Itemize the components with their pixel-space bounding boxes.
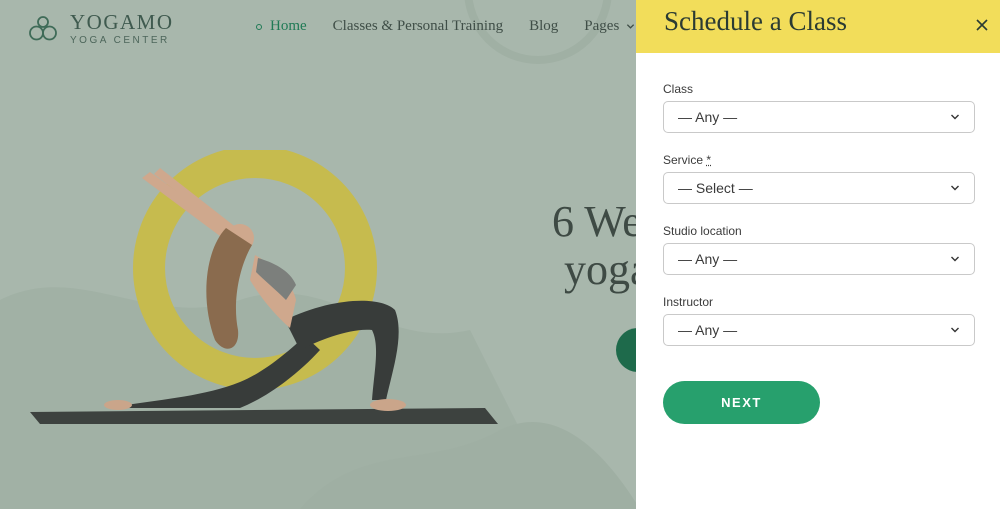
class-field: Class — Any — xyxy=(663,81,975,133)
chevron-down-icon xyxy=(951,114,959,120)
hero-title-line2: yoga xyxy=(564,245,650,294)
nav-item-home[interactable]: Home xyxy=(256,18,307,35)
panel-header: Schedule a Class xyxy=(636,0,1000,53)
class-select[interactable]: — Any — xyxy=(663,101,975,133)
close-icon[interactable] xyxy=(974,17,990,33)
active-dot-icon xyxy=(256,23,262,30)
chevron-down-icon xyxy=(951,256,959,262)
service-field: Service * — Select — xyxy=(663,152,975,204)
studio-location-field: Studio location — Any — xyxy=(663,223,975,275)
nav-item-pages[interactable]: Pages xyxy=(584,18,635,35)
select-value: — Any — xyxy=(678,109,738,125)
panel-title: Schedule a Class xyxy=(664,6,847,36)
schedule-class-panel: Schedule a Class Class — Any — Service *… xyxy=(636,0,1000,509)
nav-item-label: Home xyxy=(270,18,307,34)
nav-item-classes[interactable]: Classes & Personal Training xyxy=(333,18,503,35)
nav-item-label: Blog xyxy=(529,18,559,34)
field-label: Studio location xyxy=(663,224,742,238)
yoga-pose-illustration xyxy=(30,150,498,424)
required-marker: * xyxy=(706,153,712,167)
hero-title: 6 We yoga xyxy=(552,198,650,294)
hero-title-line1: 6 We xyxy=(552,197,642,246)
yogamo-logo-icon xyxy=(29,16,57,41)
brand[interactable]: YOGAMO YOGA CENTER xyxy=(28,12,174,46)
select-value: — Select — xyxy=(678,180,753,196)
next-button[interactable]: NEXT xyxy=(663,381,820,424)
chevron-down-icon xyxy=(627,24,635,29)
instructor-field: Instructor — Any — xyxy=(663,294,975,346)
service-select[interactable]: — Select — xyxy=(663,172,975,204)
field-label: Instructor xyxy=(663,295,714,309)
main-nav: Home Classes & Personal Training Blog Pa… xyxy=(256,18,697,35)
nav-item-blog[interactable]: Blog xyxy=(529,18,558,35)
nav-item-label: Classes & Personal Training xyxy=(332,18,504,34)
studio-location-select[interactable]: — Any — xyxy=(663,243,975,275)
instructor-select[interactable]: — Any — xyxy=(663,314,975,346)
field-label: Service xyxy=(663,153,704,167)
select-value: — Any — xyxy=(678,322,738,338)
chevron-down-icon xyxy=(951,185,959,191)
field-label: Class xyxy=(663,82,694,96)
brand-name: YOGAMO xyxy=(70,10,174,34)
select-value: — Any — xyxy=(678,251,738,267)
chevron-down-icon xyxy=(951,327,959,333)
brand-tagline: YOGA CENTER xyxy=(70,35,170,46)
nav-item-label: Pages xyxy=(584,18,620,34)
